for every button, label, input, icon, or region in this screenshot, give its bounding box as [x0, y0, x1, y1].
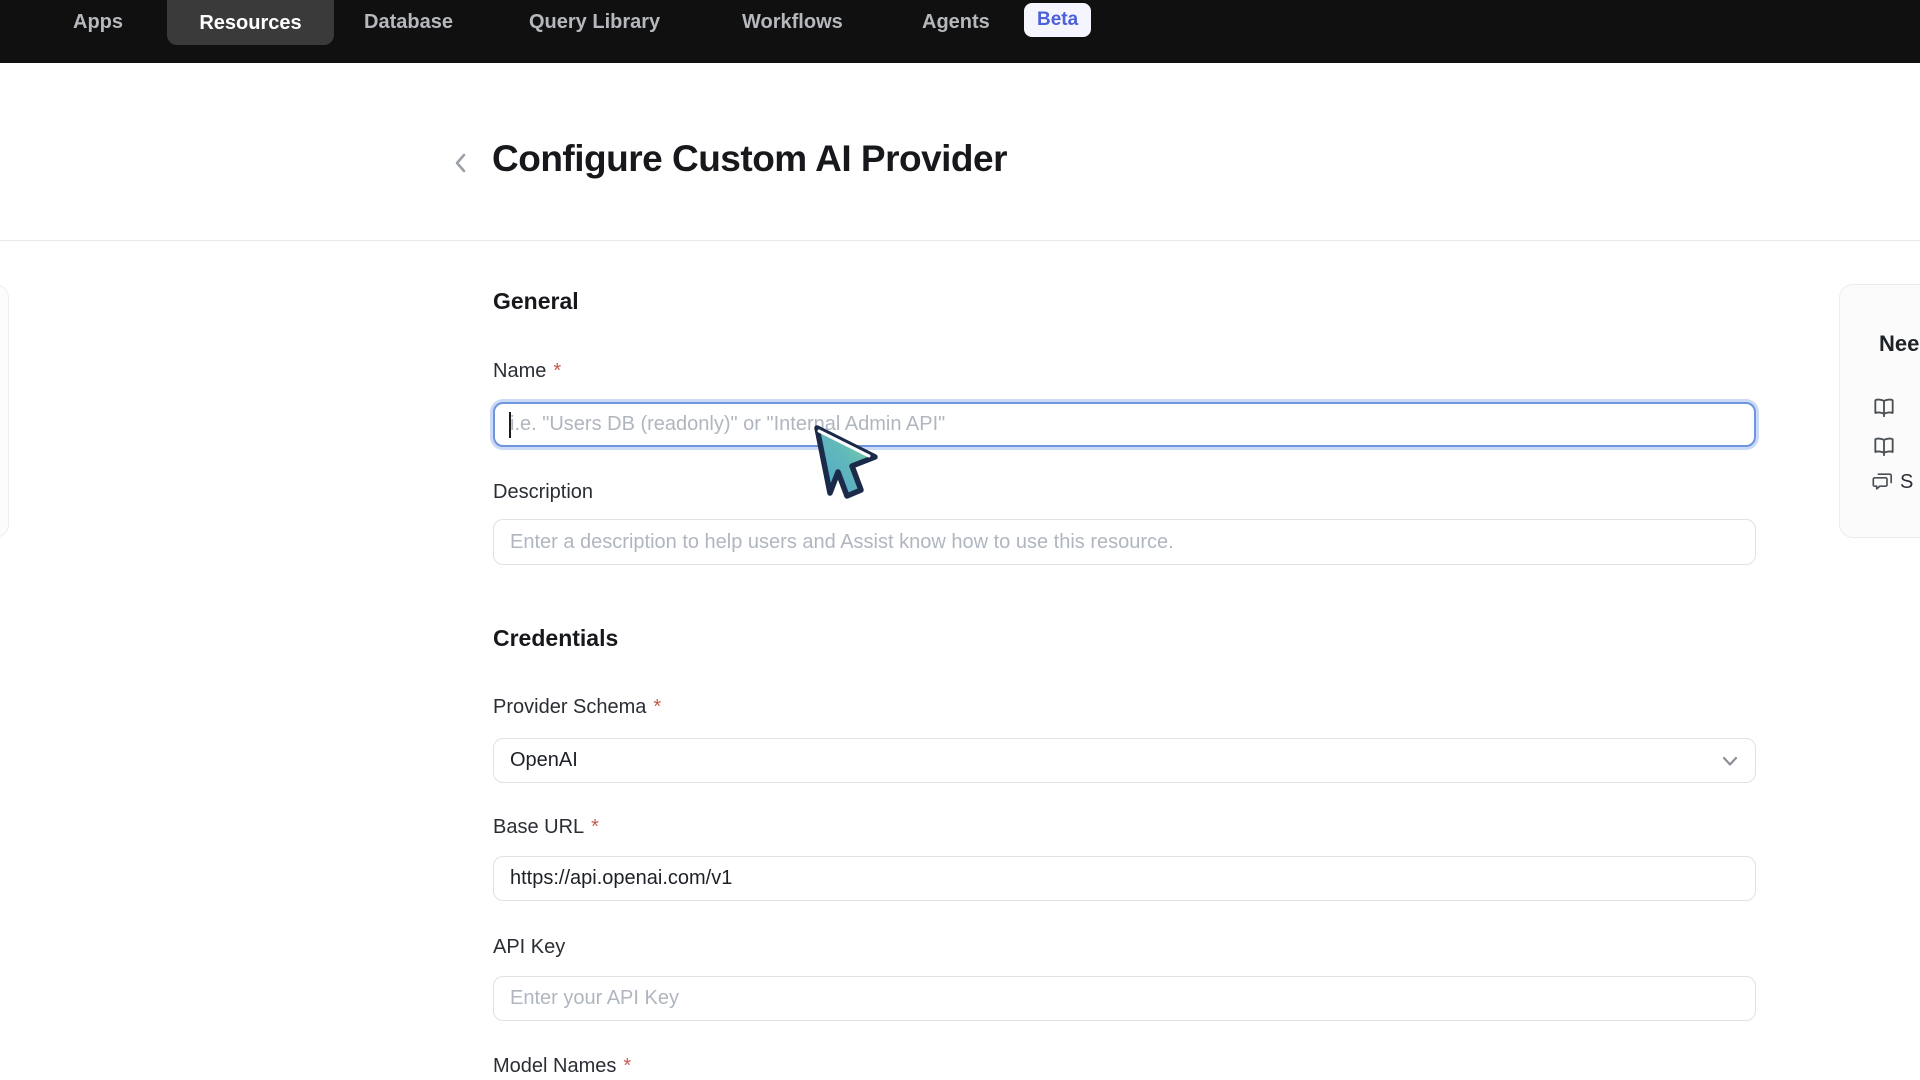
- provider-schema-value: OpenAI: [510, 749, 578, 772]
- provider-schema-field-label: Provider Schema *: [493, 696, 661, 719]
- back-button[interactable]: [448, 150, 474, 176]
- chat-icon[interactable]: [1871, 470, 1894, 493]
- nav-tab-agents[interactable]: Agents: [922, 0, 990, 45]
- name-label-text: Name: [493, 360, 546, 383]
- chevron-left-icon: [453, 151, 469, 175]
- required-asterisk: *: [623, 1055, 631, 1078]
- header-divider: [0, 240, 1920, 241]
- api-key-input[interactable]: [493, 976, 1756, 1021]
- left-peek-card: [0, 284, 9, 538]
- description-label-text: Description: [493, 481, 593, 504]
- provider-schema-label-text: Provider Schema: [493, 696, 646, 719]
- chevron-down-icon: [1719, 750, 1741, 772]
- text-caret: [509, 412, 511, 438]
- name-input[interactable]: [493, 402, 1756, 447]
- base-url-field-label: Base URL *: [493, 816, 599, 839]
- description-input[interactable]: [493, 519, 1756, 565]
- provider-schema-select[interactable]: OpenAI: [493, 738, 1756, 783]
- nav-tab-database[interactable]: Database: [364, 0, 453, 45]
- page-title: Configure Custom AI Provider: [492, 138, 1007, 180]
- top-nav: Apps Resources Database Query Library Wo…: [0, 0, 1920, 63]
- beta-badge: Beta: [1024, 3, 1091, 37]
- credentials-section-heading: Credentials: [493, 625, 618, 652]
- model-names-field-label: Model Names *: [493, 1055, 631, 1078]
- base-url-input[interactable]: [493, 856, 1756, 901]
- required-asterisk: *: [591, 816, 599, 839]
- nav-tab-apps[interactable]: Apps: [73, 0, 123, 45]
- base-url-label-text: Base URL: [493, 816, 584, 839]
- description-field-label: Description: [493, 481, 593, 504]
- name-field-label: Name *: [493, 360, 561, 383]
- required-asterisk: *: [653, 696, 661, 719]
- nav-tab-workflows[interactable]: Workflows: [742, 0, 843, 45]
- nav-tab-query-library[interactable]: Query Library: [529, 0, 660, 45]
- page: Apps Resources Database Query Library Wo…: [0, 0, 1920, 1080]
- help-row-label[interactable]: S: [1900, 471, 1913, 494]
- help-panel: Nee S: [1839, 284, 1920, 538]
- book-icon[interactable]: [1871, 434, 1897, 460]
- general-section-heading: General: [493, 288, 579, 315]
- nav-tab-resources[interactable]: Resources: [167, 0, 334, 45]
- book-icon[interactable]: [1871, 395, 1897, 421]
- required-asterisk: *: [553, 360, 561, 383]
- model-names-label-text: Model Names: [493, 1055, 616, 1078]
- api-key-field-label: API Key: [493, 936, 565, 959]
- help-panel-heading: Nee: [1879, 331, 1919, 357]
- api-key-label-text: API Key: [493, 936, 565, 959]
